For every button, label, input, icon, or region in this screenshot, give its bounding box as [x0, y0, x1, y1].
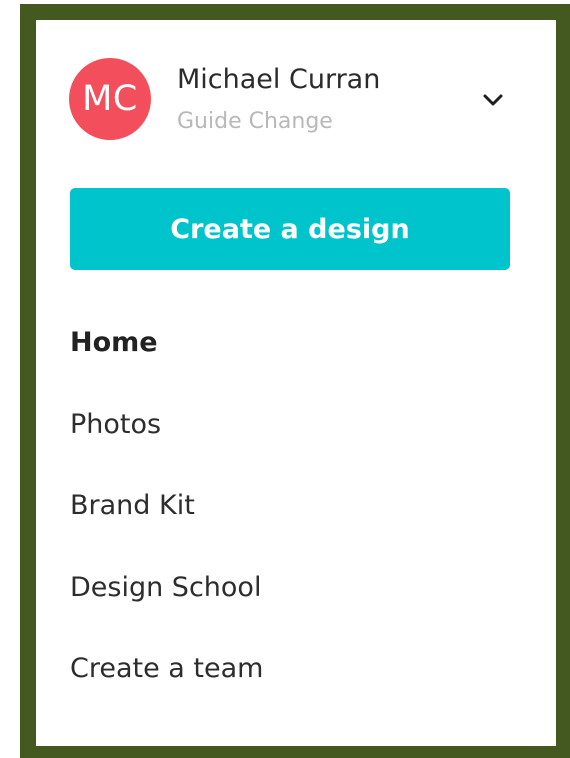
- avatar-initials: MC: [82, 79, 138, 119]
- create-design-button[interactable]: Create a design: [70, 188, 510, 270]
- account-switcher[interactable]: MC Michael Curran Guide Change: [36, 20, 556, 150]
- nav-item-design-school[interactable]: Design School: [70, 563, 510, 645]
- account-name: Michael Curran: [177, 64, 381, 95]
- avatar: MC: [69, 58, 151, 140]
- main-nav: Home Photos Brand Kit Design School Crea…: [70, 318, 510, 726]
- sidebar-panel: MC Michael Curran Guide Change Create a …: [36, 20, 556, 746]
- nav-item-photos[interactable]: Photos: [70, 400, 510, 482]
- chevron-down-icon-glyph: [483, 94, 503, 106]
- nav-item-home[interactable]: Home: [70, 318, 510, 400]
- account-subtitle: Guide Change: [177, 109, 333, 134]
- nav-item-brand-kit[interactable]: Brand Kit: [70, 481, 510, 563]
- chevron-down-icon[interactable]: [476, 88, 510, 112]
- nav-item-create-team[interactable]: Create a team: [70, 644, 510, 726]
